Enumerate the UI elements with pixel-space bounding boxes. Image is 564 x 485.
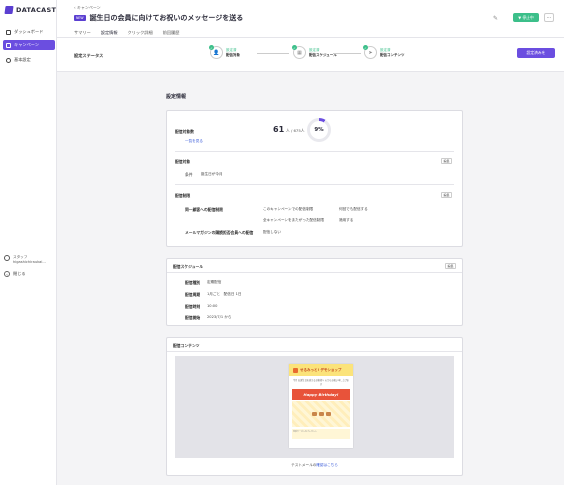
step-name: 配信コンテンツ (380, 52, 405, 57)
check-icon: ✓ (209, 45, 214, 50)
status-label: 設定ステータス (74, 53, 104, 58)
target-count-unit: 人 / 675人 (286, 128, 305, 133)
target-percent-donut: 9% (307, 118, 331, 142)
user-name: higashichiraukai... (13, 259, 46, 264)
sidebar-item-label: ダッシュボード (14, 29, 44, 34)
divider (167, 351, 462, 352)
page-title: 誕生日の会員に向けてお祝いのメッセージを送る (89, 14, 244, 22)
status-bar: 設定ステータス 👤 ✓ 設定済 配信対象 ▦ ✓ 設定済 配信スケジュール ➤ ✓ 設… (57, 38, 564, 72)
dashboard-icon (6, 29, 11, 35)
limit-col2: 適用する (339, 218, 354, 222)
step-content[interactable]: ➤ ✓ 設定済 配信コンテンツ (363, 45, 405, 59)
logo-mark-icon (4, 6, 14, 14)
target-count: 61 (273, 125, 285, 134)
edit-schedule-button[interactable]: 編集 (445, 263, 456, 269)
logo-text: DATACAST (16, 6, 57, 14)
send-icon: ➤ ✓ (363, 45, 377, 59)
schedule-label: 配信時刻 (185, 304, 201, 309)
new-badge: NEW (74, 15, 86, 21)
calendar-icon: ▦ ✓ (292, 45, 306, 59)
logo[interactable]: DATACAST (4, 6, 57, 14)
test-mail-link[interactable]: 確認はこちら (316, 463, 338, 467)
chevron-left-icon: ‹ (4, 271, 10, 277)
mail-footer: 特別クーポンをプレゼント (292, 429, 350, 439)
limit-col2: 何回でも配信する (339, 207, 368, 211)
more-button[interactable]: ⋯ (544, 13, 554, 22)
condition-label: 条件 (185, 172, 193, 177)
schedule-card: 配信スケジュール 編集 配信種別 定期配信 配信周期 1月ごと 配信日 1日 配… (166, 258, 463, 326)
divider (175, 151, 454, 152)
pencil-icon[interactable]: ✎ (493, 15, 498, 22)
user-menu[interactable]: スタッフ higashichiraukai... (4, 255, 46, 264)
send-icon (6, 42, 11, 48)
schedule-heading: 配信スケジュール (173, 264, 204, 269)
gear-icon (6, 57, 11, 63)
step-connector (257, 53, 289, 54)
view-list-link[interactable]: 一覧を見る (185, 139, 203, 144)
user-icon: 👤 ✓ (209, 45, 223, 59)
schedule-label: 配信開始 (185, 315, 201, 320)
complete-settings-button[interactable]: 設定済みを (517, 48, 555, 58)
limits-heading: 配信制限 (175, 193, 191, 198)
schedule-value: 定期配信 (207, 280, 222, 284)
sidebar-item-label: 基本設定 (14, 57, 31, 62)
settings-card: 配信対象数 61 人 / 675人 9% 一覧を見る 配信対象 編集 条件 誕生… (166, 110, 463, 247)
condition-value: 誕生日が今月 (201, 172, 223, 176)
target-heading: 配信対象 (175, 159, 191, 164)
status-button[interactable]: ▼ 停止中 (513, 13, 539, 22)
check-icon: ✓ (363, 45, 368, 50)
divider (175, 184, 454, 185)
limit-col1: 配信しない (263, 230, 281, 234)
sidebar: DATACAST ダッシュボード キャンペーン 基本設定 スタッフ higash… (0, 0, 57, 485)
content-heading: 配信コンテンツ (173, 343, 200, 348)
schedule-label: 配信周期 (185, 292, 201, 297)
check-icon: ✓ (292, 45, 297, 50)
edit-limits-button[interactable]: 編集 (441, 192, 452, 198)
step-connector (333, 53, 361, 54)
mail-preview[interactable]: せるみっと! デモショップ 今月 お誕生日を迎えるお客様へ 心からお祝い申し上げ… (289, 364, 353, 448)
mail-shop-name: せるみっと! デモショップ (300, 367, 342, 372)
mail-banner: Happy Birthday! (292, 389, 350, 400)
page-header: ‹ キャンペーン NEW 誕生日の会員に向けてお祝いのメッセージを送る ✎ ▼ … (57, 0, 564, 39)
target-count-label: 配信対象数 (175, 129, 194, 134)
schedule-label: 配信種別 (185, 280, 201, 285)
step-schedule[interactable]: ▦ ✓ 設定済 配信スケジュール (292, 45, 337, 59)
breadcrumb-label: キャンペーン (76, 5, 101, 10)
target-percent: 9% (310, 121, 328, 139)
schedule-value: 2023/7/1 から (207, 315, 232, 319)
limit-label: 同一顧客への配信制限 (185, 207, 223, 212)
mail-preview-area: せるみっと! デモショップ 今月 お誕生日を迎えるお客様へ 心からお祝い申し上げ… (175, 356, 454, 458)
step-target[interactable]: 👤 ✓ 設定済 配信対象 (209, 45, 240, 59)
schedule-value: 1月ごと 配信日 1日 (207, 292, 242, 296)
edit-target-button[interactable]: 編集 (441, 158, 452, 164)
user-icon (4, 255, 10, 261)
mail-intro: 今月 お誕生日を迎えるお客様へ 心からお祝い申し上げます (292, 379, 349, 386)
close-sidebar-button[interactable]: ‹ 閉じる (4, 271, 26, 277)
test-mail-prefix: テストメールの (291, 463, 317, 467)
test-mail-line: テストメールの確認はこちら (167, 463, 462, 468)
sidebar-item-label: キャンペーン (14, 42, 39, 47)
birthday-illustration (292, 401, 350, 427)
divider (167, 272, 462, 273)
limit-col1: 全キャンペーンをまたがった配信制限 (263, 218, 324, 222)
content-card: 配信コンテンツ せるみっと! デモショップ 今月 お誕生日を迎えるお客様へ 心か… (166, 337, 463, 476)
close-label: 閉じる (13, 271, 26, 276)
section-title: 設定情報 (166, 94, 187, 100)
sidebar-item-dashboard[interactable]: ダッシュボード (3, 27, 55, 37)
step-name: 配信対象 (226, 52, 240, 57)
limit-col1: このキャンペーンでの配信制限 (263, 207, 314, 211)
sidebar-item-settings[interactable]: 基本設定 (3, 55, 55, 65)
sidebar-item-campaign[interactable]: キャンペーン (3, 40, 55, 50)
schedule-value: 10:00 (207, 304, 218, 308)
shop-logo-icon (293, 367, 298, 373)
breadcrumb[interactable]: ‹ キャンペーン (74, 5, 101, 11)
limit-label: メールマガジンの購読拒否会員への配信 (185, 230, 254, 235)
